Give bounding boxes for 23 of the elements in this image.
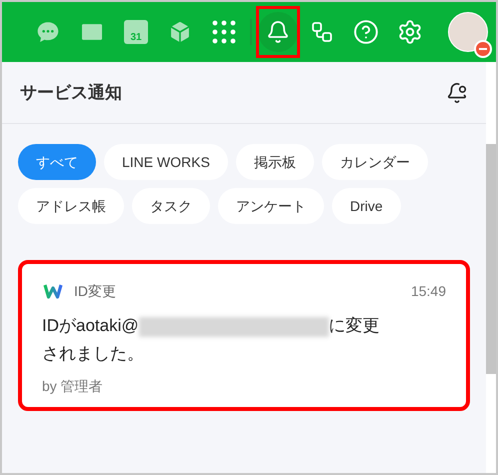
notification-card[interactable]: ID変更 15:49 IDがaotaki@ に変更 されました。 by 管理者: [18, 260, 470, 411]
avatar[interactable]: [448, 12, 488, 52]
filter-chip[interactable]: タスク: [132, 188, 210, 224]
message-text: IDがaotaki@: [42, 316, 139, 335]
settings-icon: [397, 19, 423, 45]
filter-chip[interactable]: カレンダー: [322, 144, 428, 180]
notification-author: by 管理者: [42, 377, 104, 396]
filter-chip[interactable]: LINE WORKS: [104, 144, 228, 180]
notification-category: ID変更: [74, 282, 116, 300]
bell-icon: [266, 20, 290, 44]
message-text: されました。: [42, 343, 145, 365]
toolbar-button[interactable]: [258, 12, 298, 52]
apps-grid-icon: [212, 20, 236, 44]
message-text: に変更: [328, 316, 380, 335]
calendar-icon: 31: [124, 20, 148, 44]
filter-chip[interactable]: Drive: [332, 188, 401, 224]
filter-chip[interactable]: アドレス帳: [18, 188, 124, 224]
help-icon: [353, 19, 379, 45]
notification-settings-icon[interactable]: [446, 82, 468, 104]
filter-chip[interactable]: 掲示板: [236, 144, 314, 180]
filter-chip[interactable]: アンケート: [218, 188, 324, 224]
panel-title: サービス通知: [20, 82, 122, 104]
notification-time: 15:49: [410, 282, 446, 300]
